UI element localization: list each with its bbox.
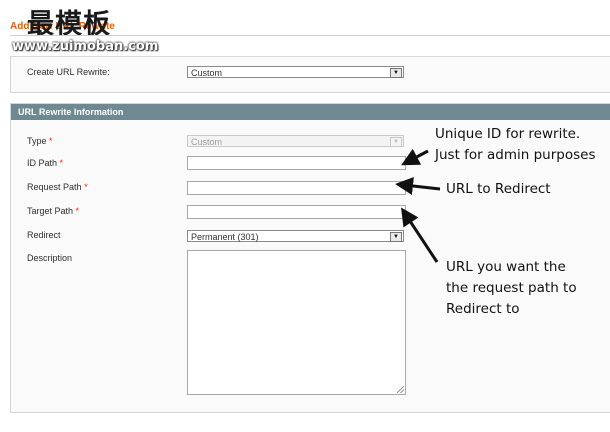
annotation-target-path: URL you want the the request path to Red…	[446, 257, 577, 320]
annotation-line: the request path to	[446, 280, 577, 296]
annotation-line: Just for admin purposes	[435, 147, 596, 163]
annotation-line: URL to Redirect	[446, 181, 551, 197]
annotation-arrows	[395, 148, 441, 263]
annotation-arrow	[401, 148, 429, 166]
annotation-arrow	[401, 207, 439, 263]
annotation-line: URL you want the	[446, 259, 566, 275]
annotation-id-path: Unique ID for rewrite. Just for admin pu…	[435, 124, 595, 166]
annotation-line: Redirect to	[446, 301, 520, 317]
annotation-request-path: URL to Redirect	[446, 179, 551, 200]
annotation-line: Unique ID for rewrite.	[435, 126, 581, 142]
annotation-arrow	[395, 177, 441, 195]
